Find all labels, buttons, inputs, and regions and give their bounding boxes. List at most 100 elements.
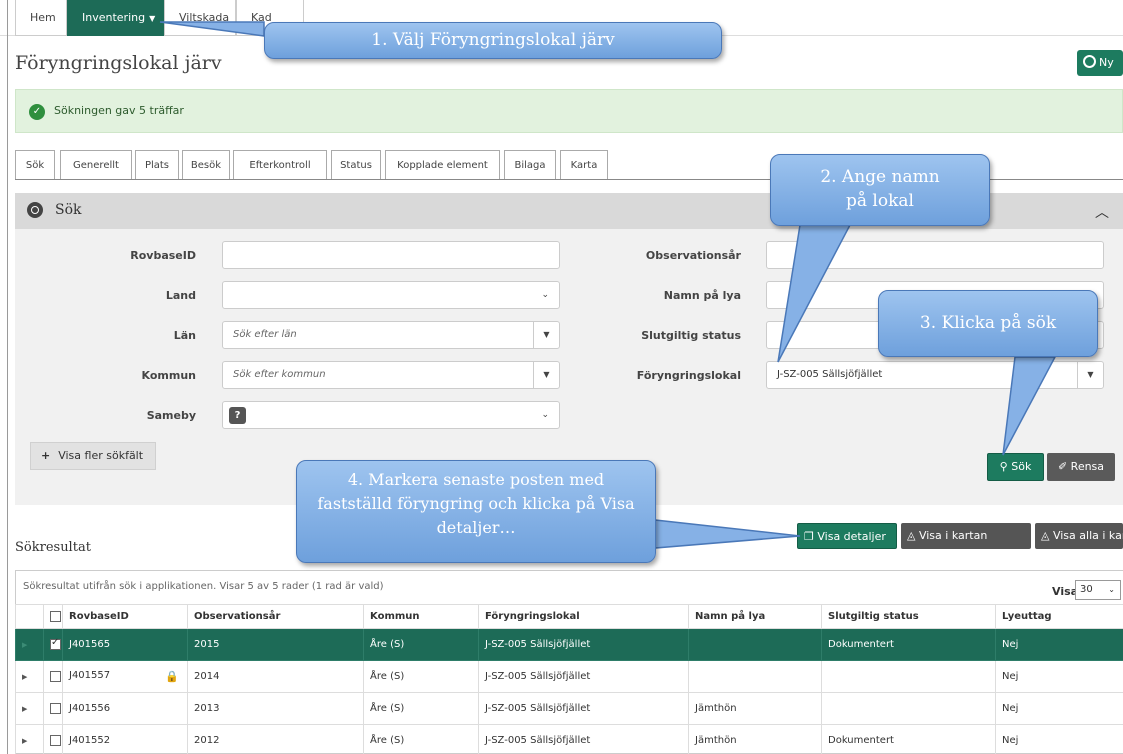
cell-lyeuttag: Nej	[995, 660, 1123, 693]
column-header[interactable]: Observationsår	[187, 604, 364, 629]
lan-placeholder: Sök efter län	[233, 329, 297, 340]
expand-row-icon[interactable]: ▶	[15, 692, 44, 725]
observationsar-input[interactable]	[766, 241, 1104, 269]
nav-tab-label: Viltskada	[179, 11, 230, 24]
tab-plats[interactable]: Plats	[135, 150, 179, 180]
nav-tab-inventering[interactable]: Inventering ▼	[67, 0, 164, 36]
show-all-in-map-label: Visa alla i kartan	[1052, 529, 1123, 542]
row-checkbox-cell[interactable]	[43, 692, 63, 725]
show-all-in-map-button[interactable]: ◬ Visa alla i kartan	[1035, 523, 1123, 549]
row-checkbox[interactable]	[50, 702, 61, 714]
tab-efterkontroll[interactable]: Efterkontroll	[233, 150, 327, 180]
new-button[interactable]: Ny	[1077, 50, 1123, 76]
chevron-down-icon: ⌄	[1108, 585, 1115, 594]
cell-lokal: J-SZ-005 Sällsjöfjället	[478, 692, 689, 725]
search-icon: ⚲	[999, 460, 1008, 473]
expand-row-icon[interactable]: ▶	[15, 628, 44, 661]
column-header[interactable]: Föryngringslokal	[478, 604, 689, 629]
nav-tab-hem[interactable]: Hem	[15, 0, 67, 36]
row-checkbox-cell[interactable]	[43, 724, 63, 754]
row-checkbox-cell[interactable]	[43, 660, 63, 693]
cell-kommun: Åre (S)	[363, 660, 479, 693]
cell-kommun: Åre (S)	[363, 628, 479, 661]
tab-kopplade-element[interactable]: Kopplade element	[385, 150, 500, 180]
tab-bilaga[interactable]: Bilaga	[504, 150, 556, 180]
search-icon	[27, 202, 43, 218]
kommun-select[interactable]: Sök efter kommun ▼	[222, 361, 560, 389]
row-checkbox-cell[interactable]	[43, 628, 63, 661]
column-header[interactable]: Lyeuttag	[995, 604, 1123, 629]
tab-generellt[interactable]: Generellt	[60, 150, 132, 180]
cell-status: Dokumentert	[821, 628, 996, 661]
search-panel-title: Sök	[55, 202, 82, 218]
show-details-button[interactable]: ❐ Visa detaljer	[797, 523, 897, 549]
cell-lyeuttag: Nej	[995, 628, 1123, 661]
tab-status[interactable]: Status	[331, 150, 381, 180]
cell-rovbaseid: J401565	[62, 628, 188, 661]
expand-column-header	[15, 604, 44, 629]
search-button-label: Sök	[1011, 460, 1032, 473]
callout-4: 4. Markera senaste posten med fastställd…	[296, 460, 656, 563]
cell-lokal: J-SZ-005 Sällsjöfjället	[478, 628, 689, 661]
column-header[interactable]: Kommun	[363, 604, 479, 629]
rovbaseid-input[interactable]	[222, 241, 560, 269]
select-all-header[interactable]	[43, 604, 63, 629]
foryngringslokal-select[interactable]: J-SZ-005 Sällsjöfjället ▼	[766, 361, 1104, 389]
kommun-placeholder: Sök efter kommun	[233, 369, 326, 380]
column-header[interactable]: RovbaseID	[62, 604, 188, 629]
table-row[interactable]: ▶ J401557 🔒 2014 Åre (S) J-SZ-005 Sällsjö…	[15, 660, 1123, 693]
label-sameby: Sameby	[146, 409, 196, 422]
column-header[interactable]: Namn på lya	[688, 604, 822, 629]
cell-namn: Jämthön	[688, 724, 822, 754]
chevron-up-icon[interactable]: ︿	[1095, 202, 1109, 222]
sameby-select[interactable]: ? ⌄	[222, 401, 560, 429]
cell-lokal: J-SZ-005 Sällsjöfjället	[478, 724, 689, 754]
cell-lyeuttag: Nej	[995, 724, 1123, 754]
chevron-down-icon: ⌄	[541, 290, 549, 300]
row-checkbox[interactable]	[50, 637, 61, 650]
clear-button[interactable]: ✐ Rensa	[1047, 453, 1115, 481]
label-rovbaseid: RovbaseID	[130, 249, 196, 262]
clear-button-label: Rensa	[1070, 460, 1105, 473]
check-circle-icon: ✓	[29, 104, 45, 120]
table-row[interactable]: ▶ J401565 2015 Åre (S) J-SZ-005 Sällsjöf…	[15, 628, 1123, 661]
caret-down-icon: ▼	[533, 322, 559, 348]
row-checkbox[interactable]	[50, 670, 61, 682]
show-more-fields-button[interactable]: + Visa fler sökfält	[30, 442, 157, 470]
cell-status: Dokumentert	[821, 724, 996, 754]
table-row[interactable]: ▶ J401556 2013 Åre (S) J-SZ-005 Sällsjöf…	[15, 692, 1123, 725]
alert-text: Sökningen gav 5 träffar	[54, 104, 184, 117]
foryngringslokal-value: J-SZ-005 Sällsjöfjället	[777, 369, 883, 380]
column-header[interactable]: Slutgiltig status	[821, 604, 996, 629]
select-all-checkbox[interactable]	[50, 610, 61, 622]
expand-row-icon[interactable]: ▶	[15, 724, 44, 754]
caret-down-icon: ▼	[149, 14, 156, 23]
cell-rovbaseid: J401556	[62, 692, 188, 725]
cell-namn: Jämthön	[688, 692, 822, 725]
expand-row-icon[interactable]: ▶	[15, 660, 44, 693]
help-icon[interactable]: ?	[229, 407, 246, 424]
land-select[interactable]: ⌄	[222, 281, 560, 309]
left-border	[7, 0, 8, 754]
callout-3: 3. Klicka på sök	[878, 290, 1098, 357]
new-button-label: Ny	[1099, 56, 1114, 69]
nav-tab-viltskada[interactable]: Viltskada	[164, 0, 236, 36]
tab-besok[interactable]: Besök	[182, 150, 230, 180]
show-in-map-button[interactable]: ◬ Visa i kartan	[901, 523, 1031, 549]
table-row[interactable]: ▶ J401552 2012 Åre (S) J-SZ-005 Sällsjöf…	[15, 724, 1123, 754]
plus-icon: +	[41, 449, 51, 462]
results-info: Sökresultat utifrån sök i applikationen.…	[23, 581, 384, 592]
results-title: Sökresultat	[15, 540, 91, 555]
search-button[interactable]: ⚲ Sök	[987, 453, 1044, 481]
tab-karta[interactable]: Karta	[560, 150, 608, 180]
show-in-map-label: Visa i kartan	[918, 529, 988, 542]
label-foryngringslokal: Föryngringslokal	[636, 369, 741, 382]
page-size-select[interactable]: 30 ⌄	[1075, 580, 1121, 600]
cell-namn	[688, 660, 822, 693]
tab-sok[interactable]: Sök	[15, 150, 55, 180]
nav-tab-label: Hem	[30, 11, 56, 24]
lock-icon: 🔒	[165, 670, 179, 683]
row-checkbox[interactable]	[50, 734, 61, 746]
lan-select[interactable]: Sök efter län ▼	[222, 321, 560, 349]
cell-rovbaseid: J401557 🔒	[62, 660, 188, 693]
